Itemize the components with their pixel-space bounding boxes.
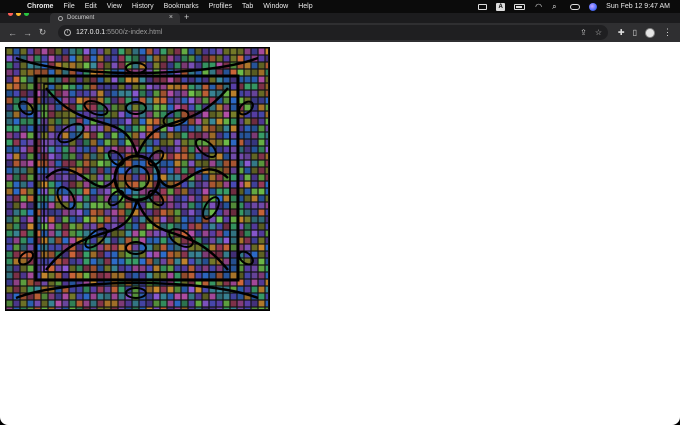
macos-menu-bar: Chrome File Edit View History Bookmarks … [0, 0, 680, 13]
menu-tab[interactable]: Tab [242, 3, 253, 10]
menu-view[interactable]: View [107, 3, 122, 10]
close-window-button[interactable] [8, 13, 13, 16]
tab-title: Document [67, 15, 95, 21]
minimize-window-button[interactable] [16, 13, 21, 16]
menu-help[interactable]: Help [298, 3, 312, 10]
back-icon[interactable]: ← [5, 28, 20, 38]
menu-bookmarks[interactable]: Bookmarks [164, 3, 199, 10]
browser-toolbar: ← → ↻ i 127.0.0.1:5500/z-index.html ⇪ ☆ … [0, 23, 680, 42]
reload-icon[interactable]: ↻ [35, 27, 50, 38]
tab-strip: Document × + [0, 13, 680, 23]
site-info-icon[interactable]: i [64, 29, 71, 36]
menu-edit[interactable]: Edit [85, 3, 97, 10]
menu-app-name[interactable]: Chrome [27, 3, 53, 10]
extensions-icon[interactable]: ✚ [618, 28, 625, 37]
control-center-icon[interactable] [570, 3, 581, 10]
screen-mirroring-icon[interactable] [478, 3, 488, 10]
forward-icon[interactable]: → [20, 28, 35, 38]
new-tab-button[interactable]: + [184, 13, 189, 22]
zoom-window-button[interactable] [24, 13, 29, 16]
menu-file[interactable]: File [63, 3, 74, 10]
siri-icon[interactable] [589, 2, 598, 11]
tab-document[interactable]: Document × [50, 13, 180, 23]
mosaic-canvas [6, 48, 268, 309]
menu-history[interactable]: History [132, 3, 154, 10]
profile-icon[interactable] [645, 27, 655, 38]
share-icon[interactable]: ⇪ [580, 28, 587, 37]
spotlight-search-icon[interactable]: ⌕ [552, 2, 561, 11]
window-controls [8, 13, 29, 16]
menu-window[interactable]: Window [263, 3, 288, 10]
menu-profiles[interactable]: Profiles [209, 3, 232, 10]
close-tab-icon[interactable]: × [169, 14, 173, 21]
menu-icon[interactable]: ⋮ [663, 27, 672, 38]
side-panel-icon[interactable]: ▯ [633, 28, 637, 37]
address-bar[interactable]: i 127.0.0.1:5500/z-index.html ⇪ ☆ [58, 25, 608, 40]
stained-glass-mosaic-image [5, 47, 270, 311]
url-path: :5500/z-index.html [105, 29, 163, 36]
battery-icon[interactable] [514, 3, 526, 10]
keyboard-input-icon[interactable]: A [496, 2, 506, 11]
wifi-icon[interactable]: ◠ [534, 2, 543, 11]
page-content [0, 42, 680, 425]
bookmark-star-icon[interactable]: ☆ [595, 28, 602, 37]
globe-icon [58, 15, 63, 21]
menu-clock[interactable]: Sun Feb 12 9:47 AM [606, 3, 670, 10]
url-host: 127.0.0.1 [76, 29, 106, 36]
